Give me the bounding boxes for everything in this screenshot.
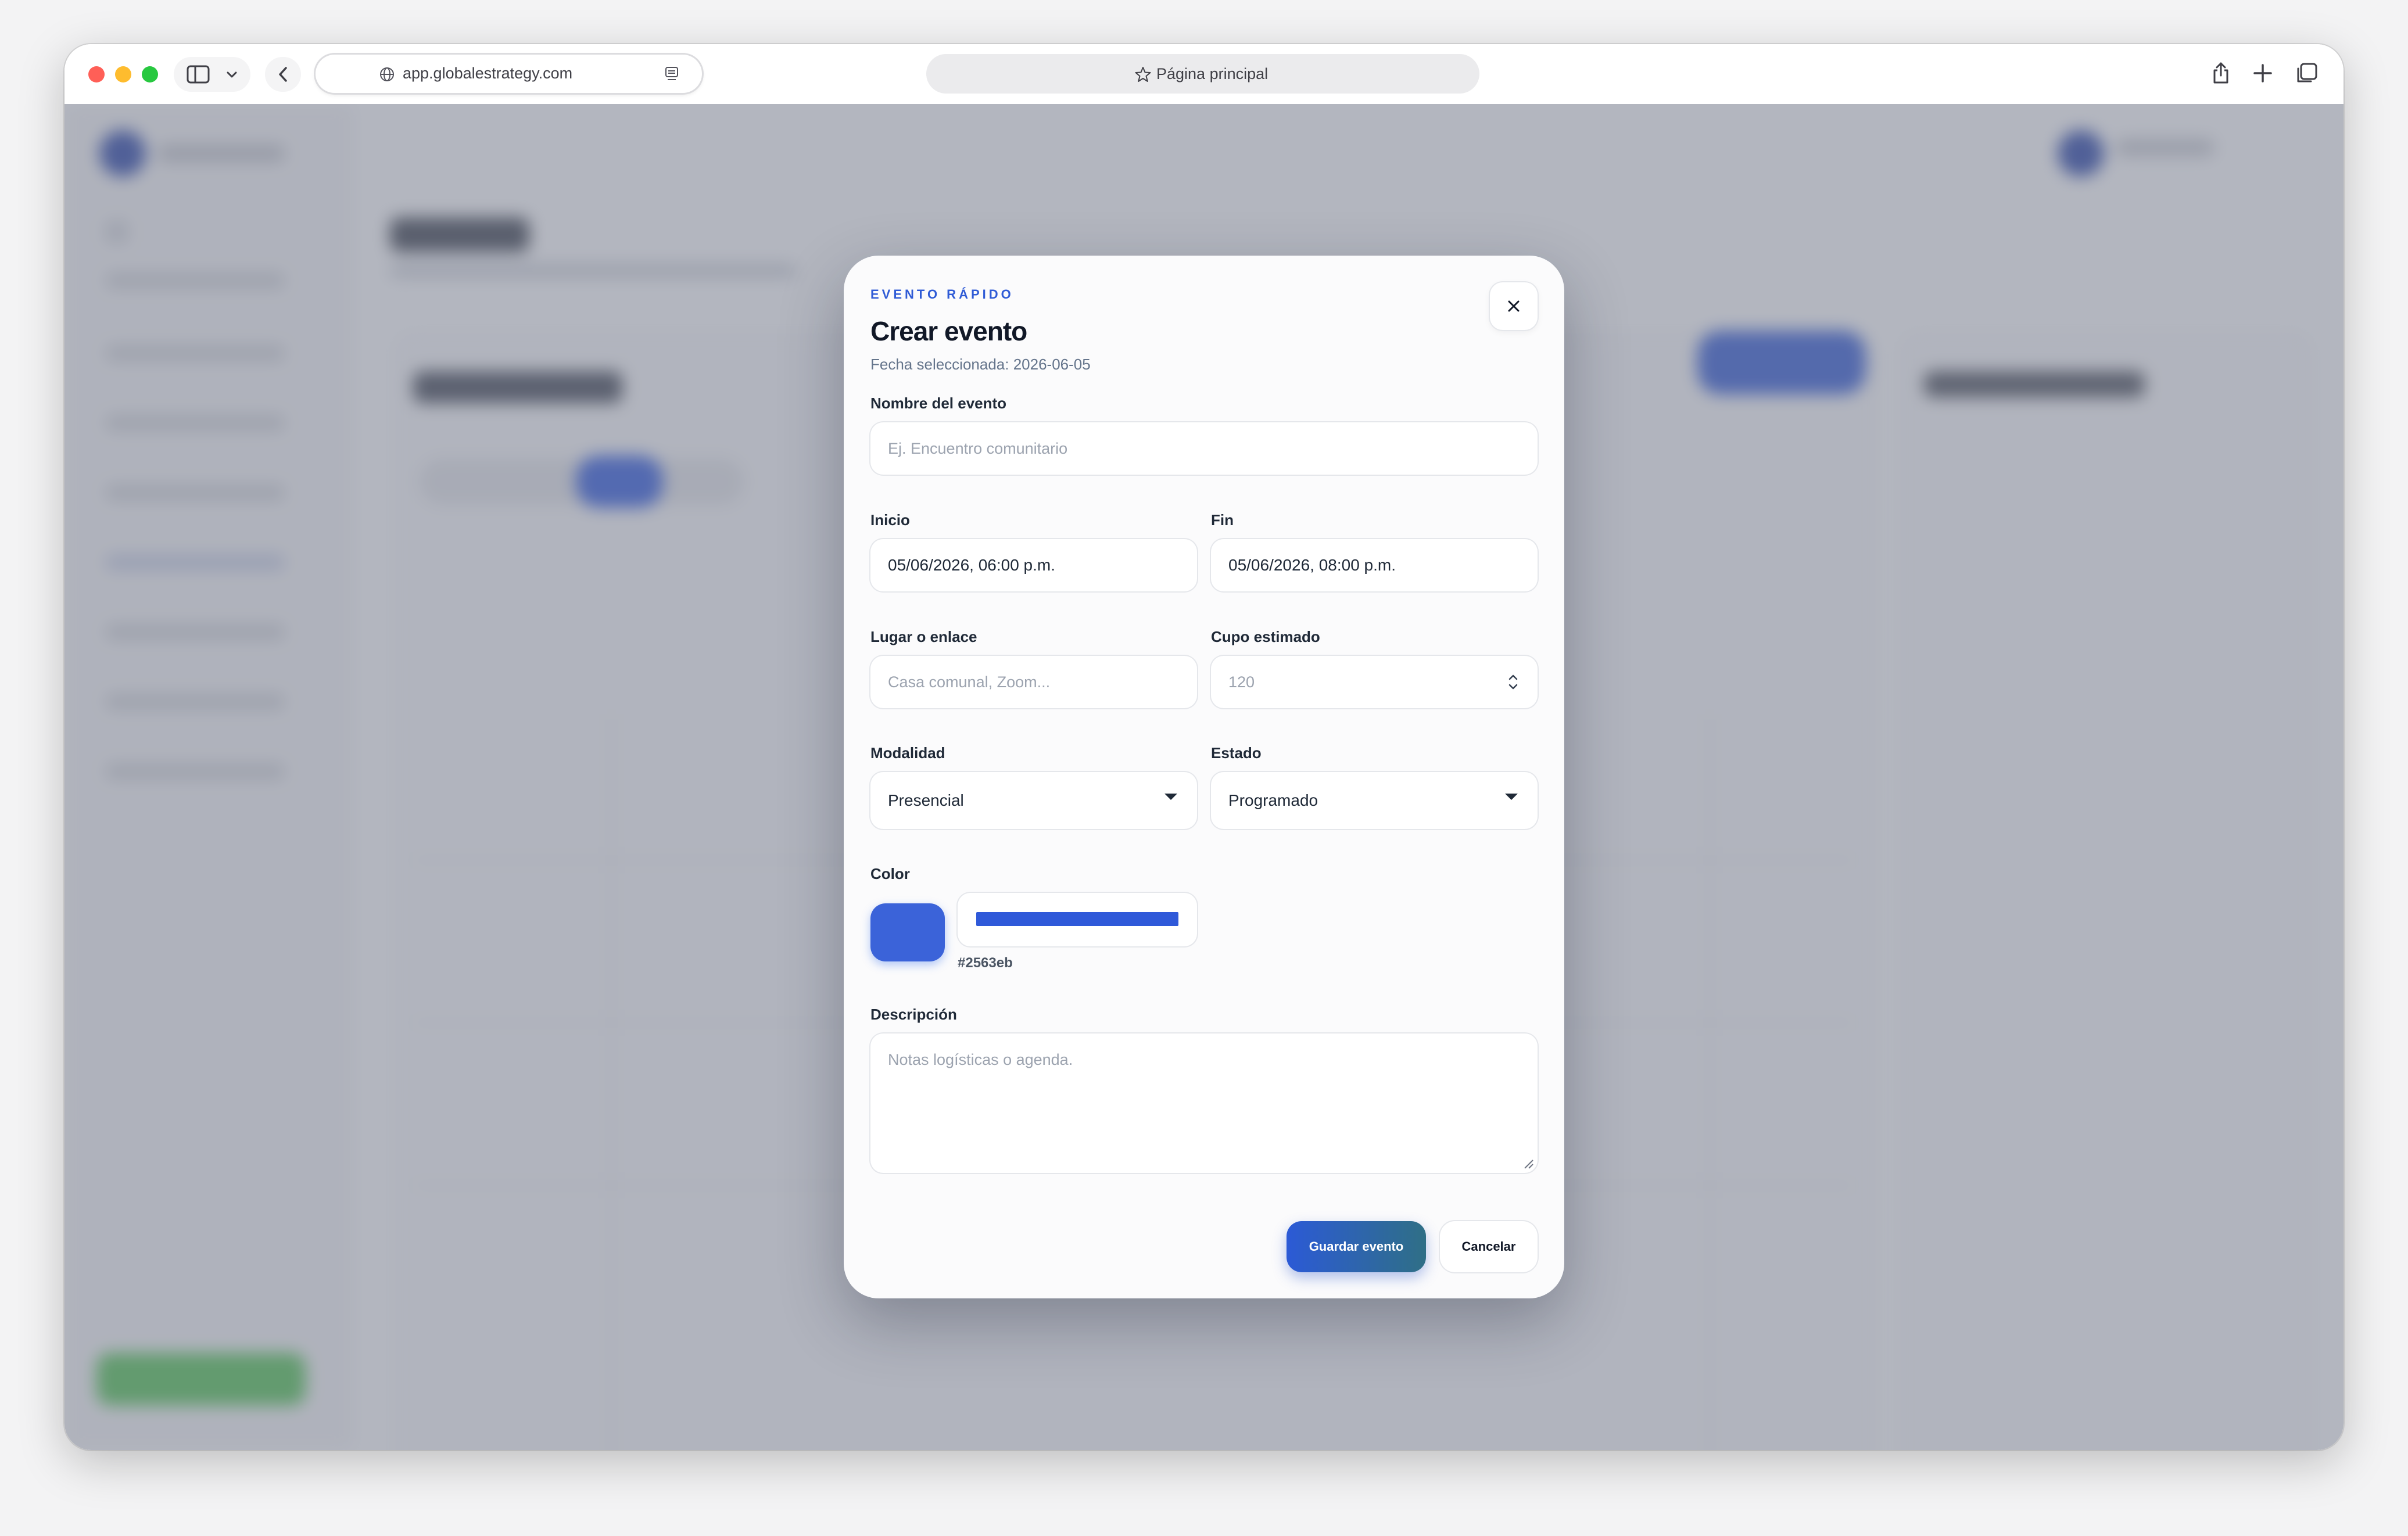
description-label: Descripción [870, 1006, 957, 1023]
globe-icon [380, 67, 394, 81]
start-label: Inicio [870, 511, 910, 529]
reader-mode-icon[interactable] [664, 66, 679, 82]
create-event-modal: EVENTO RÁPIDO Crear evento Fecha selecci… [844, 256, 1564, 1298]
event-name-input[interactable]: Ej. Encuentro comunitario [870, 422, 1538, 475]
status-selected-value: Programado [1228, 791, 1318, 809]
color-label: Color [870, 865, 910, 882]
capacity-label: Cupo estimado [1211, 628, 1320, 645]
back-button[interactable] [265, 57, 301, 92]
star-icon [1135, 67, 1151, 82]
caret-down-icon [1164, 794, 1177, 800]
chevron-down-icon [227, 71, 237, 78]
zoom-window-button[interactable] [142, 66, 158, 82]
end-datetime-value: 05/06/2026, 08:00 p.m. [1228, 556, 1396, 574]
share-icon[interactable] [2211, 60, 2231, 86]
color-swatch-button[interactable] [870, 903, 945, 961]
event-name-placeholder: Ej. Encuentro comunitario [888, 440, 1068, 457]
close-button[interactable] [1490, 282, 1538, 330]
color-picker-input[interactable] [958, 893, 1197, 946]
location-label: Lugar o enlace [870, 628, 977, 645]
color-preview-bar [976, 912, 1178, 926]
description-textarea[interactable]: Notas logísticas o agenda. [870, 1033, 1538, 1173]
close-icon [1508, 300, 1520, 312]
tabs-icon[interactable] [2295, 60, 2318, 86]
end-datetime-input[interactable]: 05/06/2026, 08:00 p.m. [1211, 539, 1538, 591]
mode-selected-value: Presencial [888, 791, 964, 809]
close-window-button[interactable] [88, 66, 105, 82]
description-placeholder: Notas logísticas o agenda. [888, 1051, 1073, 1068]
tab-title: Página principal [1156, 65, 1268, 82]
address-bar[interactable]: app.globalestrategy.com [316, 55, 702, 93]
event-name-label: Nombre del evento [870, 394, 1007, 412]
minimize-window-button[interactable] [115, 66, 131, 82]
status-label: Estado [1211, 744, 1262, 762]
end-label: Fin [1211, 511, 1234, 529]
capacity-placeholder: 120 [1228, 673, 1255, 691]
mode-label: Modalidad [870, 744, 945, 762]
mode-select[interactable]: Presencial [870, 772, 1197, 829]
cancel-button[interactable]: Cancelar [1440, 1221, 1538, 1272]
resize-handle-icon[interactable] [1522, 1158, 1534, 1169]
tab-home[interactable]: Página principal [926, 54, 1479, 94]
save-event-button[interactable]: Guardar evento [1287, 1221, 1426, 1272]
location-input[interactable]: Casa comunal, Zoom... [870, 656, 1197, 708]
status-select[interactable]: Programado [1211, 772, 1538, 829]
plus-icon[interactable] [2252, 60, 2273, 86]
location-placeholder: Casa comunal, Zoom... [888, 673, 1051, 691]
selected-date-text: Fecha seleccionada: 2026-06-05 [870, 356, 1091, 373]
chevron-left-icon [279, 67, 287, 82]
stepper-icon[interactable] [1507, 671, 1519, 693]
url-text: app.globalestrategy.com [403, 64, 573, 82]
browser-toolbar: app.globalestrategy.com Página principal [64, 44, 2344, 105]
modal-eyebrow: EVENTO RÁPIDO [870, 287, 1014, 302]
capacity-input[interactable]: 120 [1211, 656, 1538, 708]
caret-down-icon [1505, 794, 1518, 800]
sidebar-icon [187, 65, 210, 84]
modal-title: Crear evento [870, 316, 1027, 346]
start-datetime-value: 05/06/2026, 06:00 p.m. [888, 556, 1055, 574]
sidebar-toggle-button[interactable] [174, 57, 250, 92]
start-datetime-input[interactable]: 05/06/2026, 06:00 p.m. [870, 539, 1197, 591]
color-hex-value: #2563eb [958, 955, 1013, 971]
